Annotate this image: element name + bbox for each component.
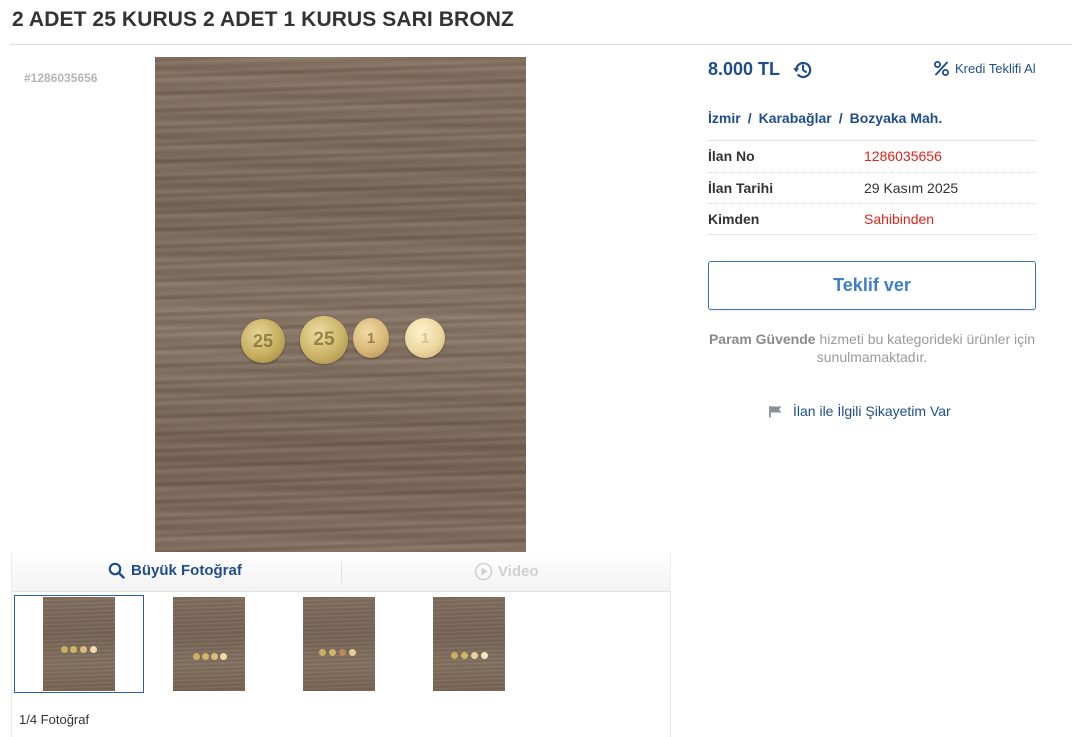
percent-icon bbox=[934, 61, 949, 76]
toolbar-divider bbox=[341, 561, 342, 583]
coin-25-b: 25 bbox=[300, 316, 348, 364]
big-photo-label: Büyük Fotoğraf bbox=[131, 562, 242, 579]
title-divider bbox=[10, 44, 1072, 45]
secure-note-brand: Param Güvende bbox=[708, 331, 816, 347]
price: 8.000 TL bbox=[708, 59, 781, 79]
location-separator: / bbox=[838, 110, 843, 126]
report-listing-link[interactable]: İlan ile İlgili Şikayetim Var bbox=[768, 403, 951, 419]
make-offer-button[interactable]: Teklif ver bbox=[708, 261, 1036, 310]
wood-background bbox=[155, 57, 526, 552]
coin-label: 25 bbox=[252, 330, 274, 351]
thumb-coin bbox=[471, 652, 478, 659]
history-icon[interactable] bbox=[792, 59, 814, 81]
listing-info-table: İlan No 1286035656 İlan Tarihi 29 Kasım … bbox=[708, 140, 1036, 235]
big-photo-button[interactable]: Büyük Fotoğraf bbox=[108, 562, 242, 579]
thumb-coin bbox=[319, 649, 326, 656]
flag-icon bbox=[769, 405, 782, 417]
thumb-coin bbox=[329, 649, 336, 656]
breadcrumb-location: İzmir / Karabağlar / Bozyaka Mah. bbox=[708, 110, 942, 126]
coin-25-a: 25 bbox=[241, 319, 285, 363]
info-value: 1286035656 bbox=[864, 148, 942, 165]
credit-offer-link[interactable]: Kredi Teklifi Al bbox=[933, 60, 1036, 77]
thumb-coin bbox=[451, 652, 458, 659]
info-row-seller-type: Kimden Sahibinden bbox=[708, 203, 1036, 235]
info-key: İlan No bbox=[708, 148, 755, 165]
thumb-coin bbox=[211, 653, 218, 660]
play-icon bbox=[474, 562, 493, 581]
info-key: İlan Tarihi bbox=[708, 179, 774, 196]
coin-label: 25 bbox=[313, 329, 335, 350]
info-key: Kimden bbox=[708, 210, 760, 227]
location-neighborhood[interactable]: Bozyaka Mah. bbox=[850, 110, 943, 126]
search-icon bbox=[108, 562, 125, 579]
info-value: 29 Kasım 2025 bbox=[864, 179, 959, 196]
credit-offer-label: Kredi Teklifi Al bbox=[955, 61, 1036, 76]
photo-toolbar: Büyük Fotoğraf Video bbox=[11, 552, 671, 592]
thumbnail-image bbox=[433, 597, 505, 691]
photo-counter: 1/4 Fotoğraf bbox=[19, 712, 90, 727]
location-city[interactable]: İzmir bbox=[708, 110, 741, 126]
coin-1-b: 1 bbox=[405, 318, 445, 358]
main-photo[interactable]: 25 25 1 1 bbox=[155, 57, 526, 552]
thumb-coin bbox=[461, 652, 468, 659]
thumbnail-2[interactable] bbox=[144, 595, 274, 693]
thumbnail-image bbox=[43, 597, 115, 691]
thumb-coin bbox=[80, 646, 87, 653]
thumb-coin bbox=[202, 653, 209, 660]
coin-label: 1 bbox=[366, 329, 376, 347]
coin-1-a: 1 bbox=[353, 318, 389, 358]
info-row-listing-no: İlan No 1286035656 bbox=[708, 140, 1036, 172]
video-button[interactable]: Video bbox=[474, 562, 539, 581]
video-label: Video bbox=[498, 563, 539, 580]
listing-title: 2 ADET 25 KURUS 2 ADET 1 KURUS SARI BRON… bbox=[12, 8, 514, 31]
thumbnail-1[interactable] bbox=[14, 595, 144, 693]
thumb-coin bbox=[90, 646, 97, 653]
thumbnail-image bbox=[173, 597, 245, 691]
thumb-coin bbox=[339, 649, 346, 656]
thumb-coin bbox=[61, 646, 68, 653]
thumbnail-panel: 1/4 Fotoğraf bbox=[11, 592, 671, 737]
thumbnail-image bbox=[303, 597, 375, 691]
location-district[interactable]: Karabağlar bbox=[759, 110, 832, 126]
info-row-listing-date: İlan Tarihi 29 Kasım 2025 bbox=[708, 171, 1036, 204]
thumb-coin bbox=[193, 653, 200, 660]
location-separator: / bbox=[747, 110, 752, 126]
thumb-coin bbox=[481, 652, 488, 659]
thumb-coin bbox=[70, 646, 77, 653]
thumb-coin bbox=[220, 653, 227, 660]
secure-note-text: hizmeti bu kategorideki ürünler için sun… bbox=[815, 331, 1036, 365]
thumb-coin bbox=[349, 649, 356, 656]
thumbnail-3[interactable] bbox=[274, 595, 404, 693]
info-value: Sahibinden bbox=[864, 210, 935, 227]
report-listing-label: İlan ile İlgili Şikayetim Var bbox=[793, 403, 951, 419]
coin-label: 1 bbox=[420, 329, 430, 347]
secure-payment-note: Param Güvende hizmeti bu kategorideki ür… bbox=[708, 330, 1036, 366]
listing-id-tag: #1286035656 bbox=[24, 71, 98, 85]
thumbnail-4[interactable] bbox=[404, 595, 534, 693]
